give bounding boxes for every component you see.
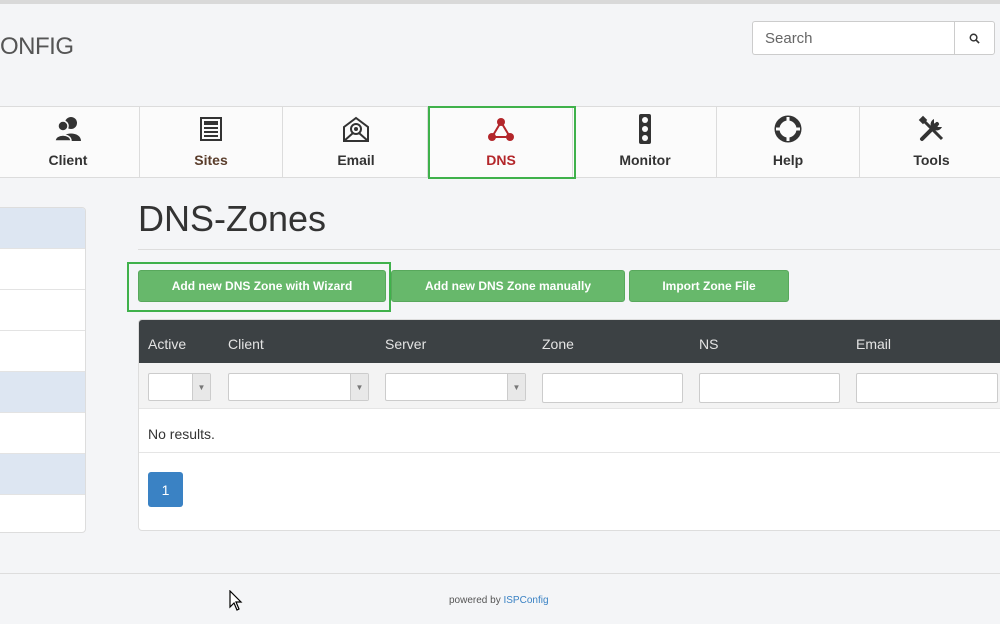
page-title: DNS-Zones — [138, 198, 327, 239]
column-header-ns[interactable]: NS — [699, 336, 718, 352]
footer-prefix: powered by — [449, 595, 501, 606]
server-filter-select[interactable]: ▼ — [385, 373, 526, 401]
sidebar — [0, 207, 86, 533]
chevron-down-icon: ▼ — [192, 374, 210, 400]
dns-icon — [487, 115, 515, 143]
table-header: Active Client Server Zone NS Email — [139, 320, 1000, 363]
client-filter-select[interactable]: ▼ — [228, 373, 369, 401]
nav-label-email: Email — [337, 152, 375, 168]
nav-item-email[interactable]: Email — [285, 107, 428, 177]
nav-label-help: Help — [772, 152, 804, 168]
search-bar — [752, 21, 995, 55]
zones-table: Active Client Server Zone NS Email ▼ ▼ ▼… — [138, 319, 1000, 531]
sites-icon — [197, 115, 225, 143]
column-header-zone[interactable]: Zone — [542, 336, 574, 352]
help-icon — [774, 115, 802, 143]
sidebar-item[interactable] — [0, 372, 85, 413]
client-icon — [54, 115, 82, 143]
column-header-email[interactable]: Email — [856, 336, 891, 352]
import-zone-button[interactable]: Import Zone File — [629, 270, 789, 302]
ns-filter-input[interactable] — [699, 373, 840, 403]
magnifier-icon — [969, 33, 980, 44]
results-divider — [139, 452, 1000, 453]
main-nav: Client Sites Email DNS Monitor Help Tool… — [0, 106, 1000, 178]
sidebar-item[interactable] — [0, 208, 85, 249]
footer: powered by ISPConfig — [449, 595, 549, 606]
chevron-down-icon: ▼ — [507, 374, 525, 400]
sidebar-item[interactable] — [0, 413, 85, 454]
nav-item-monitor[interactable]: Monitor — [574, 107, 717, 177]
tools-icon — [918, 115, 946, 143]
active-filter-select[interactable]: ▼ — [148, 373, 211, 401]
column-header-client[interactable]: Client — [228, 336, 264, 352]
footer-brand-link[interactable]: ISPConfig — [503, 595, 548, 606]
email-icon — [342, 115, 370, 143]
search-button[interactable] — [954, 21, 995, 55]
sidebar-item[interactable] — [0, 249, 85, 290]
search-input[interactable] — [752, 21, 954, 55]
footer-divider — [0, 573, 1000, 574]
title-divider — [138, 249, 1000, 250]
empty-results-text: No results. — [148, 426, 215, 442]
nav-label-tools: Tools — [913, 152, 950, 168]
add-zone-manual-button[interactable]: Add new DNS Zone manually — [391, 270, 625, 302]
nav-label-sites: Sites — [194, 152, 228, 168]
filter-row: ▼ ▼ ▼ — [139, 363, 1000, 409]
nav-label-dns: DNS — [486, 152, 516, 168]
column-header-active[interactable]: Active — [148, 336, 186, 352]
top-border — [0, 0, 1000, 4]
monitor-icon — [631, 114, 659, 144]
nav-item-client[interactable]: Client — [0, 107, 140, 177]
nav-item-tools[interactable]: Tools — [860, 107, 1000, 177]
mouse-cursor-icon — [229, 590, 243, 611]
app-logo[interactable]: ONFIG — [0, 33, 74, 61]
sidebar-item[interactable] — [0, 454, 85, 495]
email-filter-input[interactable] — [856, 373, 998, 403]
nav-item-dns[interactable]: DNS — [430, 107, 573, 177]
sidebar-item[interactable] — [0, 331, 85, 372]
nav-label-client: Client — [48, 152, 88, 168]
sidebar-item[interactable] — [0, 495, 85, 532]
sidebar-item[interactable] — [0, 290, 85, 331]
column-header-server[interactable]: Server — [385, 336, 426, 352]
nav-item-sites[interactable]: Sites — [140, 107, 283, 177]
add-zone-wizard-button[interactable]: Add new DNS Zone with Wizard — [138, 270, 386, 302]
zone-filter-input[interactable] — [542, 373, 683, 403]
pagination-page-1[interactable]: 1 — [148, 472, 183, 507]
nav-label-monitor: Monitor — [619, 152, 671, 168]
chevron-down-icon: ▼ — [350, 374, 368, 400]
nav-item-help[interactable]: Help — [717, 107, 860, 177]
